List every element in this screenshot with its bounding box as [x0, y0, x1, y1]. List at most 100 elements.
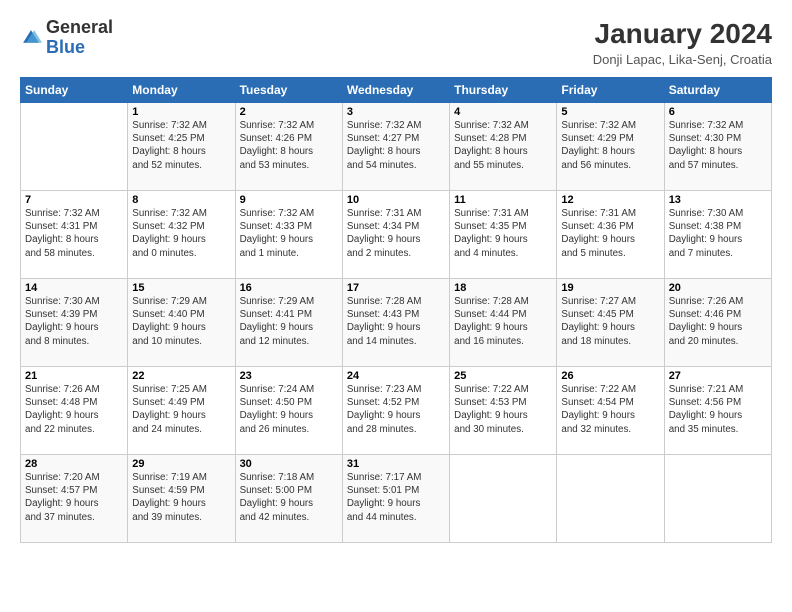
table-row: 7Sunrise: 7:32 AMSunset: 4:31 PMDaylight… — [21, 191, 128, 279]
day-info: Sunrise: 7:30 AMSunset: 4:39 PMDaylight:… — [25, 295, 123, 348]
day-info: Sunrise: 7:32 AMSunset: 4:29 PMDaylight:… — [561, 119, 659, 172]
day-info: Sunrise: 7:32 AMSunset: 4:25 PMDaylight:… — [132, 119, 230, 172]
day-number: 19 — [561, 282, 659, 294]
day-number: 27 — [669, 370, 767, 382]
table-row: 20Sunrise: 7:26 AMSunset: 4:46 PMDayligh… — [664, 279, 771, 367]
table-row: 10Sunrise: 7:31 AMSunset: 4:34 PMDayligh… — [342, 191, 449, 279]
calendar-table: Sunday Monday Tuesday Wednesday Thursday… — [20, 77, 772, 543]
table-row: 8Sunrise: 7:32 AMSunset: 4:32 PMDaylight… — [128, 191, 235, 279]
table-row: 25Sunrise: 7:22 AMSunset: 4:53 PMDayligh… — [450, 367, 557, 455]
header-sunday: Sunday — [21, 78, 128, 103]
day-info: Sunrise: 7:23 AMSunset: 4:52 PMDaylight:… — [347, 383, 445, 436]
location-text: Donji Lapac, Lika-Senj, Croatia — [593, 52, 772, 67]
day-info: Sunrise: 7:32 AMSunset: 4:26 PMDaylight:… — [240, 119, 338, 172]
table-row — [21, 103, 128, 191]
day-number: 15 — [132, 282, 230, 294]
calendar-week-row: 28Sunrise: 7:20 AMSunset: 4:57 PMDayligh… — [21, 455, 772, 543]
table-row: 2Sunrise: 7:32 AMSunset: 4:26 PMDaylight… — [235, 103, 342, 191]
day-number: 21 — [25, 370, 123, 382]
day-info: Sunrise: 7:26 AMSunset: 4:48 PMDaylight:… — [25, 383, 123, 436]
day-number: 12 — [561, 194, 659, 206]
header-tuesday: Tuesday — [235, 78, 342, 103]
day-number: 23 — [240, 370, 338, 382]
table-row: 23Sunrise: 7:24 AMSunset: 4:50 PMDayligh… — [235, 367, 342, 455]
table-row: 6Sunrise: 7:32 AMSunset: 4:30 PMDaylight… — [664, 103, 771, 191]
table-row: 24Sunrise: 7:23 AMSunset: 4:52 PMDayligh… — [342, 367, 449, 455]
day-number: 18 — [454, 282, 552, 294]
day-info: Sunrise: 7:28 AMSunset: 4:44 PMDaylight:… — [454, 295, 552, 348]
day-number: 22 — [132, 370, 230, 382]
header-monday: Monday — [128, 78, 235, 103]
day-info: Sunrise: 7:32 AMSunset: 4:33 PMDaylight:… — [240, 207, 338, 260]
day-info: Sunrise: 7:18 AMSunset: 5:00 PMDaylight:… — [240, 471, 338, 524]
day-number: 31 — [347, 458, 445, 470]
day-number: 6 — [669, 106, 767, 118]
day-number: 8 — [132, 194, 230, 206]
day-info: Sunrise: 7:21 AMSunset: 4:56 PMDaylight:… — [669, 383, 767, 436]
day-info: Sunrise: 7:30 AMSunset: 4:38 PMDaylight:… — [669, 207, 767, 260]
day-info: Sunrise: 7:31 AMSunset: 4:35 PMDaylight:… — [454, 207, 552, 260]
calendar-week-row: 21Sunrise: 7:26 AMSunset: 4:48 PMDayligh… — [21, 367, 772, 455]
table-row: 18Sunrise: 7:28 AMSunset: 4:44 PMDayligh… — [450, 279, 557, 367]
logo-general-text: General — [46, 17, 113, 37]
table-row: 4Sunrise: 7:32 AMSunset: 4:28 PMDaylight… — [450, 103, 557, 191]
calendar-week-row: 14Sunrise: 7:30 AMSunset: 4:39 PMDayligh… — [21, 279, 772, 367]
day-number: 20 — [669, 282, 767, 294]
day-number: 26 — [561, 370, 659, 382]
day-number: 10 — [347, 194, 445, 206]
table-row: 3Sunrise: 7:32 AMSunset: 4:27 PMDaylight… — [342, 103, 449, 191]
table-row: 9Sunrise: 7:32 AMSunset: 4:33 PMDaylight… — [235, 191, 342, 279]
table-row: 1Sunrise: 7:32 AMSunset: 4:25 PMDaylight… — [128, 103, 235, 191]
day-number: 24 — [347, 370, 445, 382]
month-year-title: January 2024 — [593, 18, 772, 50]
day-info: Sunrise: 7:32 AMSunset: 4:32 PMDaylight:… — [132, 207, 230, 260]
day-number: 13 — [669, 194, 767, 206]
day-info: Sunrise: 7:31 AMSunset: 4:34 PMDaylight:… — [347, 207, 445, 260]
day-info: Sunrise: 7:27 AMSunset: 4:45 PMDaylight:… — [561, 295, 659, 348]
day-number: 17 — [347, 282, 445, 294]
day-number: 16 — [240, 282, 338, 294]
day-info: Sunrise: 7:17 AMSunset: 5:01 PMDaylight:… — [347, 471, 445, 524]
table-row: 27Sunrise: 7:21 AMSunset: 4:56 PMDayligh… — [664, 367, 771, 455]
table-row: 14Sunrise: 7:30 AMSunset: 4:39 PMDayligh… — [21, 279, 128, 367]
day-number: 25 — [454, 370, 552, 382]
table-row: 12Sunrise: 7:31 AMSunset: 4:36 PMDayligh… — [557, 191, 664, 279]
header-friday: Friday — [557, 78, 664, 103]
table-row: 28Sunrise: 7:20 AMSunset: 4:57 PMDayligh… — [21, 455, 128, 543]
day-info: Sunrise: 7:32 AMSunset: 4:27 PMDaylight:… — [347, 119, 445, 172]
table-row: 22Sunrise: 7:25 AMSunset: 4:49 PMDayligh… — [128, 367, 235, 455]
table-row — [664, 455, 771, 543]
day-info: Sunrise: 7:29 AMSunset: 4:40 PMDaylight:… — [132, 295, 230, 348]
table-row: 21Sunrise: 7:26 AMSunset: 4:48 PMDayligh… — [21, 367, 128, 455]
table-row: 30Sunrise: 7:18 AMSunset: 5:00 PMDayligh… — [235, 455, 342, 543]
day-info: Sunrise: 7:28 AMSunset: 4:43 PMDaylight:… — [347, 295, 445, 348]
day-number: 7 — [25, 194, 123, 206]
day-number: 2 — [240, 106, 338, 118]
day-info: Sunrise: 7:31 AMSunset: 4:36 PMDaylight:… — [561, 207, 659, 260]
calendar-week-row: 7Sunrise: 7:32 AMSunset: 4:31 PMDaylight… — [21, 191, 772, 279]
table-row: 15Sunrise: 7:29 AMSunset: 4:40 PMDayligh… — [128, 279, 235, 367]
day-info: Sunrise: 7:19 AMSunset: 4:59 PMDaylight:… — [132, 471, 230, 524]
day-info: Sunrise: 7:22 AMSunset: 4:54 PMDaylight:… — [561, 383, 659, 436]
table-row — [450, 455, 557, 543]
day-info: Sunrise: 7:26 AMSunset: 4:46 PMDaylight:… — [669, 295, 767, 348]
day-info: Sunrise: 7:32 AMSunset: 4:31 PMDaylight:… — [25, 207, 123, 260]
logo-icon — [20, 27, 42, 49]
calendar-week-row: 1Sunrise: 7:32 AMSunset: 4:25 PMDaylight… — [21, 103, 772, 191]
table-row: 19Sunrise: 7:27 AMSunset: 4:45 PMDayligh… — [557, 279, 664, 367]
table-row: 26Sunrise: 7:22 AMSunset: 4:54 PMDayligh… — [557, 367, 664, 455]
header-wednesday: Wednesday — [342, 78, 449, 103]
page: General Blue January 2024 Donji Lapac, L… — [0, 0, 792, 612]
table-row: 11Sunrise: 7:31 AMSunset: 4:35 PMDayligh… — [450, 191, 557, 279]
day-number: 28 — [25, 458, 123, 470]
day-info: Sunrise: 7:32 AMSunset: 4:28 PMDaylight:… — [454, 119, 552, 172]
table-row: 13Sunrise: 7:30 AMSunset: 4:38 PMDayligh… — [664, 191, 771, 279]
table-row — [557, 455, 664, 543]
day-info: Sunrise: 7:20 AMSunset: 4:57 PMDaylight:… — [25, 471, 123, 524]
day-number: 14 — [25, 282, 123, 294]
day-info: Sunrise: 7:29 AMSunset: 4:41 PMDaylight:… — [240, 295, 338, 348]
day-number: 30 — [240, 458, 338, 470]
header-saturday: Saturday — [664, 78, 771, 103]
header: General Blue January 2024 Donji Lapac, L… — [20, 18, 772, 67]
table-row: 29Sunrise: 7:19 AMSunset: 4:59 PMDayligh… — [128, 455, 235, 543]
